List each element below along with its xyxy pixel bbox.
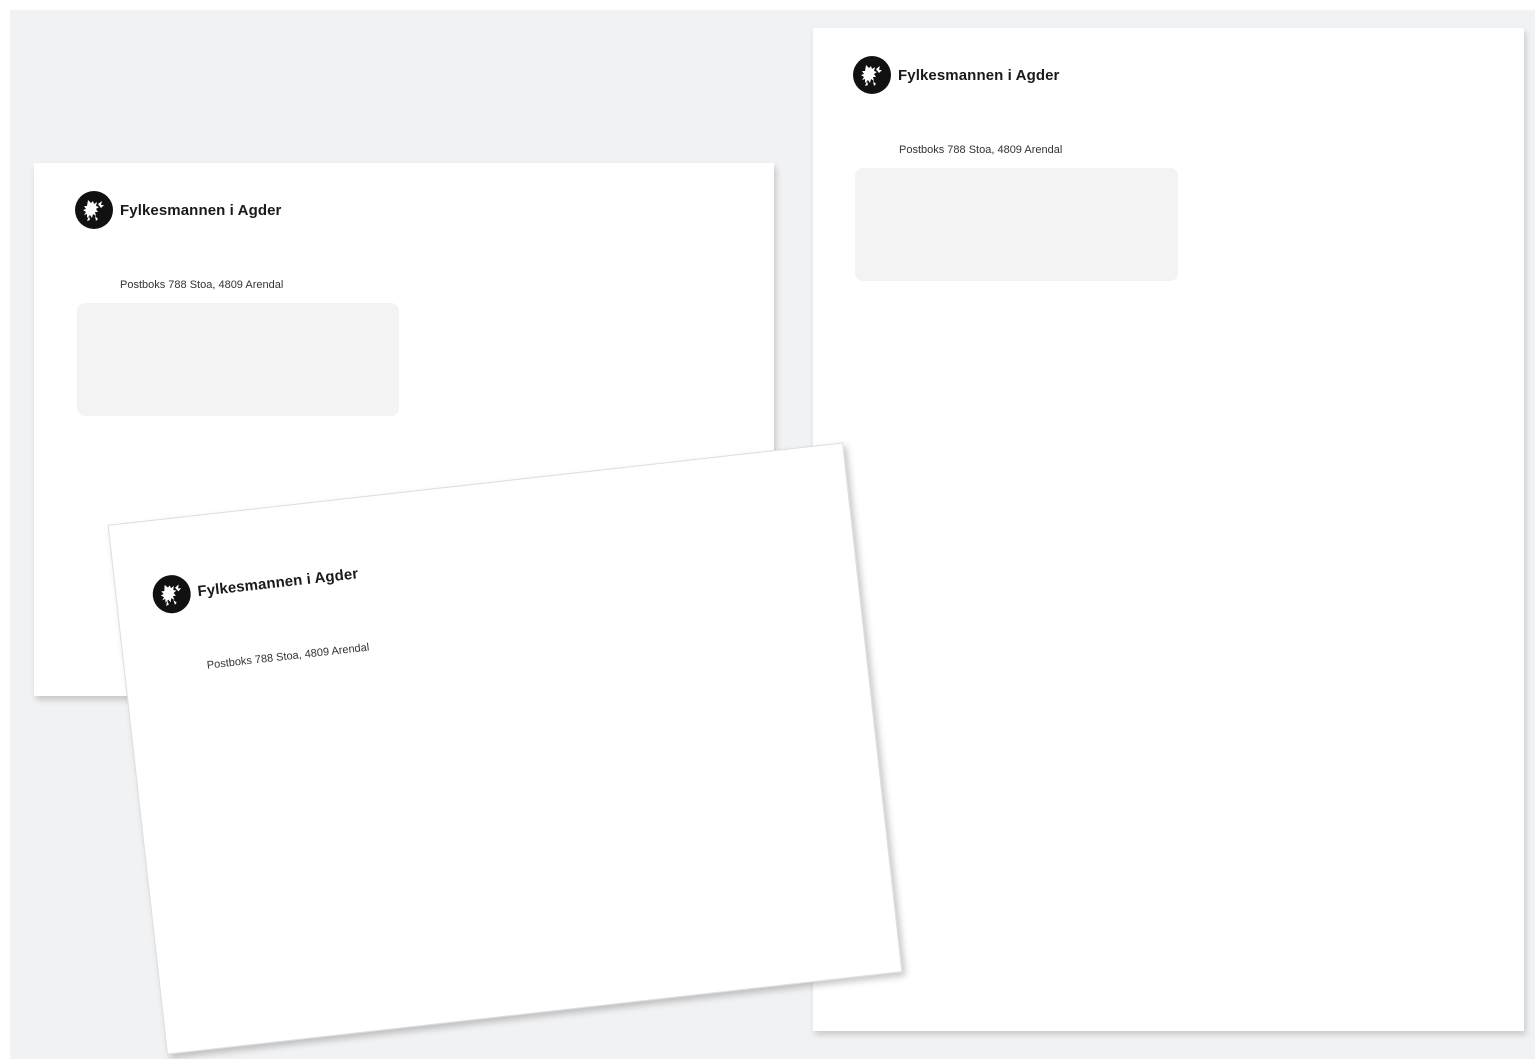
organization-name: Fylkesmannen i Agder [898,66,1060,84]
envelope-logo: Fylkesmannen i Agder [150,554,360,616]
return-address: Postboks 788 Stoa, 4809 Arendal [120,279,284,291]
address-window [855,168,1178,281]
plain-envelope: Fylkesmannen i Agder Postboks 788 Stoa, … [107,442,903,1055]
envelope-logo: Fylkesmannen i Agder [75,191,282,229]
letterhead-sheet: Fylkesmannen i Agder Postboks 788 Stoa, … [813,28,1524,1031]
lion-emblem-icon [150,573,193,616]
organization-name: Fylkesmannen i Agder [196,564,360,600]
address-window [77,303,399,416]
lion-emblem-icon [853,56,891,94]
letterhead-logo: Fylkesmannen i Agder [853,56,1060,94]
lion-emblem-icon [75,191,113,229]
return-address: Postboks 788 Stoa, 4809 Arendal [206,641,370,672]
organization-name: Fylkesmannen i Agder [120,201,282,219]
return-address: Postboks 788 Stoa, 4809 Arendal [899,144,1063,156]
